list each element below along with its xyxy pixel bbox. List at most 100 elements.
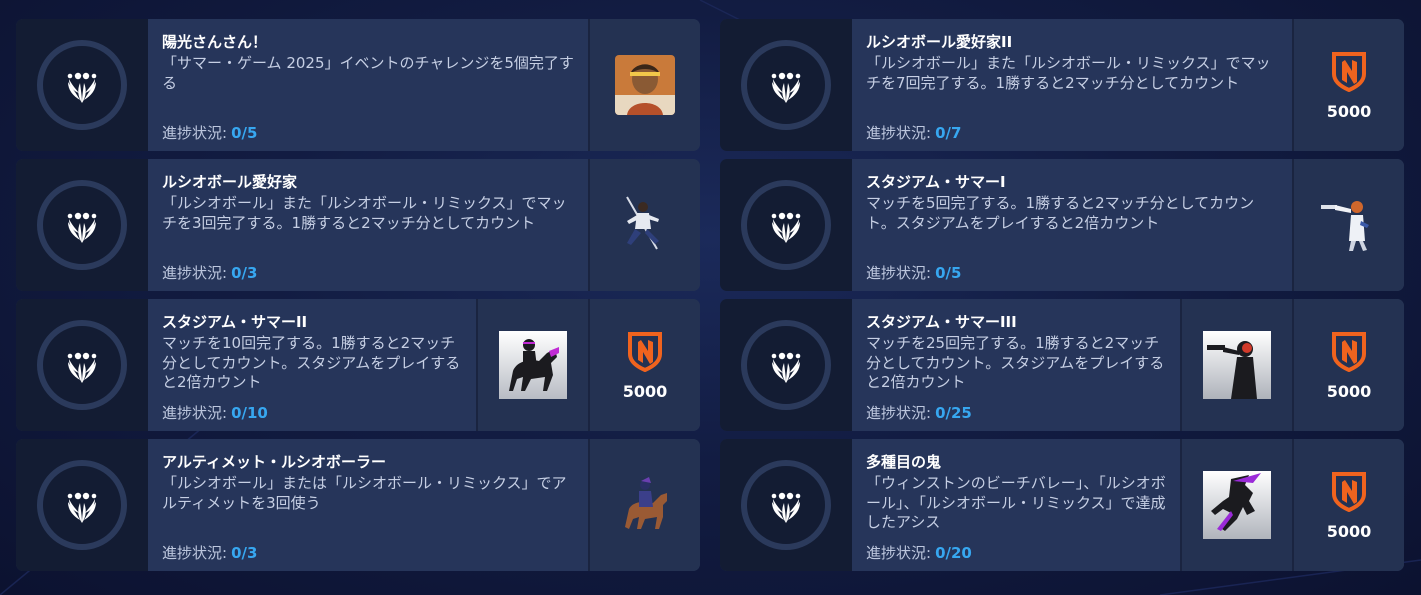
challenge-description: 「サマー・ゲーム 2025」イベントのチャレンジを5個完了する: [162, 54, 574, 92]
gunner-silhouette-icon: [1203, 331, 1271, 399]
challenge-emblem: [720, 299, 852, 431]
reward-points: 5000: [622, 381, 668, 401]
challenge-info: スタジアム・サマーI マッチを5回完了する。1勝すると2マッチ分としてカウント。…: [852, 159, 1292, 291]
reward-slot[interactable]: [1292, 159, 1404, 291]
challenge-progress: 進捗状況: 0/5: [866, 263, 961, 283]
challenge-card[interactable]: スタジアム・サマーI マッチを5回完了する。1勝すると2マッチ分としてカウント。…: [720, 159, 1404, 291]
challenge-card[interactable]: スタジアム・サマーII マッチを10回完了する。1勝すると2マッチ分としてカウン…: [16, 299, 700, 431]
lucio-frog-icon: [67, 492, 97, 523]
progress-value: 0/3: [231, 544, 258, 562]
reward-points: 5000: [1326, 521, 1372, 541]
challenge-description: 「ルシオボール」また「ルシオボール・リミックス」でマッチを3回完了する。1勝する…: [162, 194, 567, 232]
reward-slot[interactable]: [476, 299, 588, 431]
progress-label: 進捗状況:: [162, 124, 228, 142]
reward-slot[interactable]: [588, 19, 700, 151]
challenge-info: ルシオボール愛好家 「ルシオボール」また「ルシオボール・リミックス」でマッチを3…: [148, 159, 588, 291]
challenge-title: スタジアム・サマーII: [162, 313, 308, 331]
progress-value: 0/3: [231, 264, 258, 282]
challenge-title: 多種目の鬼: [866, 453, 942, 471]
challenge-emblem: [16, 439, 148, 571]
progress-label: 進捗状況:: [866, 264, 932, 282]
challenge-card[interactable]: ルシオボール愛好家 「ルシオボール」また「ルシオボール・リミックス」でマッチを3…: [16, 159, 700, 291]
challenge-description: 「ウィンストンのビーチバレー」、「ルシオボール」、「ルシオボール・リミックス」で…: [866, 474, 1166, 531]
challenge-emblem: [720, 159, 852, 291]
lucio-frog-icon: [771, 352, 801, 383]
challenge-grid: 陽光さんさん！ 「サマー・ゲーム 2025」イベントのチャレンジを5個完了する …: [16, 19, 1404, 571]
challenge-info: 多種目の鬼 「ウィンストンのビーチバレー」、「ルシオボール」、「ルシオボール・リ…: [852, 439, 1180, 571]
challenge-description: マッチを5回完了する。1勝すると2マッチ分としてカウント。スタジアムをプレイする…: [866, 194, 1255, 232]
reward-slot[interactable]: 5000: [1292, 439, 1404, 571]
progress-value: 0/20: [935, 544, 972, 562]
challenge-progress: 進捗状況: 0/10: [162, 403, 268, 423]
challenge-card[interactable]: アルティメット・ルシオボーラー 「ルシオボール」または「ルシオボール・リミックス…: [16, 439, 700, 571]
progress-label: 進捗状況:: [162, 264, 228, 282]
competitive-shield-icon: [1330, 330, 1368, 376]
challenge-title: 陽光さんさん！: [162, 33, 268, 51]
progress-label: 進捗状況:: [866, 404, 932, 422]
challenge-description: 「ルシオボール」または「ルシオボール・リミックス」でアルティメットを3回使う: [162, 474, 567, 512]
emblem-ring: [741, 320, 831, 410]
challenge-emblem: [720, 439, 852, 571]
horse-rider-silhouette-icon: [499, 331, 567, 399]
reward-slot[interactable]: [1180, 299, 1292, 431]
challenge-title: アルティメット・ルシオボーラー: [162, 453, 386, 471]
competitive-shield-icon: [626, 330, 664, 376]
competitive-shield-icon: [1330, 50, 1368, 96]
ninja-silhouette-icon: [1203, 471, 1271, 539]
summer-hero-portrait-icon: [615, 55, 675, 115]
challenge-emblem: [16, 299, 148, 431]
emblem-ring: [741, 460, 831, 550]
progress-label: 進捗状況:: [866, 544, 932, 562]
challenge-title: スタジアム・サマーI: [866, 173, 1006, 191]
emblem-ring: [37, 40, 127, 130]
emblem-ring: [741, 40, 831, 130]
reward-points: 5000: [1326, 381, 1372, 401]
challenge-card[interactable]: 多種目の鬼 「ウィンストンのビーチバレー」、「ルシオボール」、「ルシオボール・リ…: [720, 439, 1404, 571]
competitive-shield-icon: [1330, 470, 1368, 516]
progress-value: 0/25: [935, 404, 972, 422]
challenge-progress: 進捗状況: 0/7: [866, 123, 961, 143]
progress-value: 0/5: [231, 124, 258, 142]
challenge-info: ルシオボール愛好家II 「ルシオボール」また「ルシオボール・リミックス」でマッチ…: [852, 19, 1292, 151]
challenge-title: ルシオボール愛好家II: [866, 33, 1013, 51]
gunslinger-spray-icon: [1317, 191, 1381, 259]
challenge-progress: 進捗状況: 0/3: [162, 263, 257, 283]
challenge-card[interactable]: ルシオボール愛好家II 「ルシオボール」また「ルシオボール・リミックス」でマッチ…: [720, 19, 1404, 151]
horse-rider-spray-icon: [613, 471, 677, 539]
challenge-info: スタジアム・サマーII マッチを10回完了する。1勝すると2マッチ分としてカウン…: [148, 299, 476, 431]
reward-slot[interactable]: 5000: [588, 299, 700, 431]
challenge-emblem: [16, 159, 148, 291]
progress-value: 0/10: [231, 404, 268, 422]
challenge-title: ルシオボール愛好家: [162, 173, 298, 191]
progress-label: 進捗状況:: [162, 544, 228, 562]
challenge-card[interactable]: スタジアム・サマーIII マッチを25回完了する。1勝すると2マッチ分としてカウ…: [720, 299, 1404, 431]
challenge-info: アルティメット・ルシオボーラー 「ルシオボール」または「ルシオボール・リミックス…: [148, 439, 588, 571]
reward-slot[interactable]: 5000: [1292, 299, 1404, 431]
emblem-ring: [37, 180, 127, 270]
emblem-ring: [37, 320, 127, 410]
lucio-frog-icon: [771, 492, 801, 523]
emblem-ring: [37, 460, 127, 550]
progress-label: 進捗状況:: [866, 124, 932, 142]
progress-label: 進捗状況:: [162, 404, 228, 422]
challenge-description: 「ルシオボール」また「ルシオボール・リミックス」でマッチを7回完了する。1勝する…: [866, 54, 1271, 92]
lucio-frog-icon: [67, 352, 97, 383]
reward-slot[interactable]: 5000: [1292, 19, 1404, 151]
lucio-frog-icon: [771, 72, 801, 103]
reward-slot[interactable]: [588, 159, 700, 291]
challenge-info: 陽光さんさん！ 「サマー・ゲーム 2025」イベントのチャレンジを5個完了する …: [148, 19, 588, 151]
lucio-frog-icon: [67, 212, 97, 243]
challenge-card[interactable]: 陽光さんさん！ 「サマー・ゲーム 2025」イベントのチャレンジを5個完了する …: [16, 19, 700, 151]
reward-points: 5000: [1326, 101, 1372, 121]
lucio-frog-icon: [67, 72, 97, 103]
emblem-ring: [741, 180, 831, 270]
progress-value: 0/5: [935, 264, 962, 282]
challenge-emblem: [720, 19, 852, 151]
challenge-title: スタジアム・サマーIII: [866, 313, 1017, 331]
lucio-frog-icon: [771, 212, 801, 243]
progress-value: 0/7: [935, 124, 962, 142]
challenge-description: マッチを10回完了する。1勝すると2マッチ分としてカウント。スタジアムをプレイす…: [162, 334, 461, 391]
reward-slot[interactable]: [588, 439, 700, 571]
reward-slot[interactable]: [1180, 439, 1292, 571]
challenge-progress: 進捗状況: 0/3: [162, 543, 257, 563]
